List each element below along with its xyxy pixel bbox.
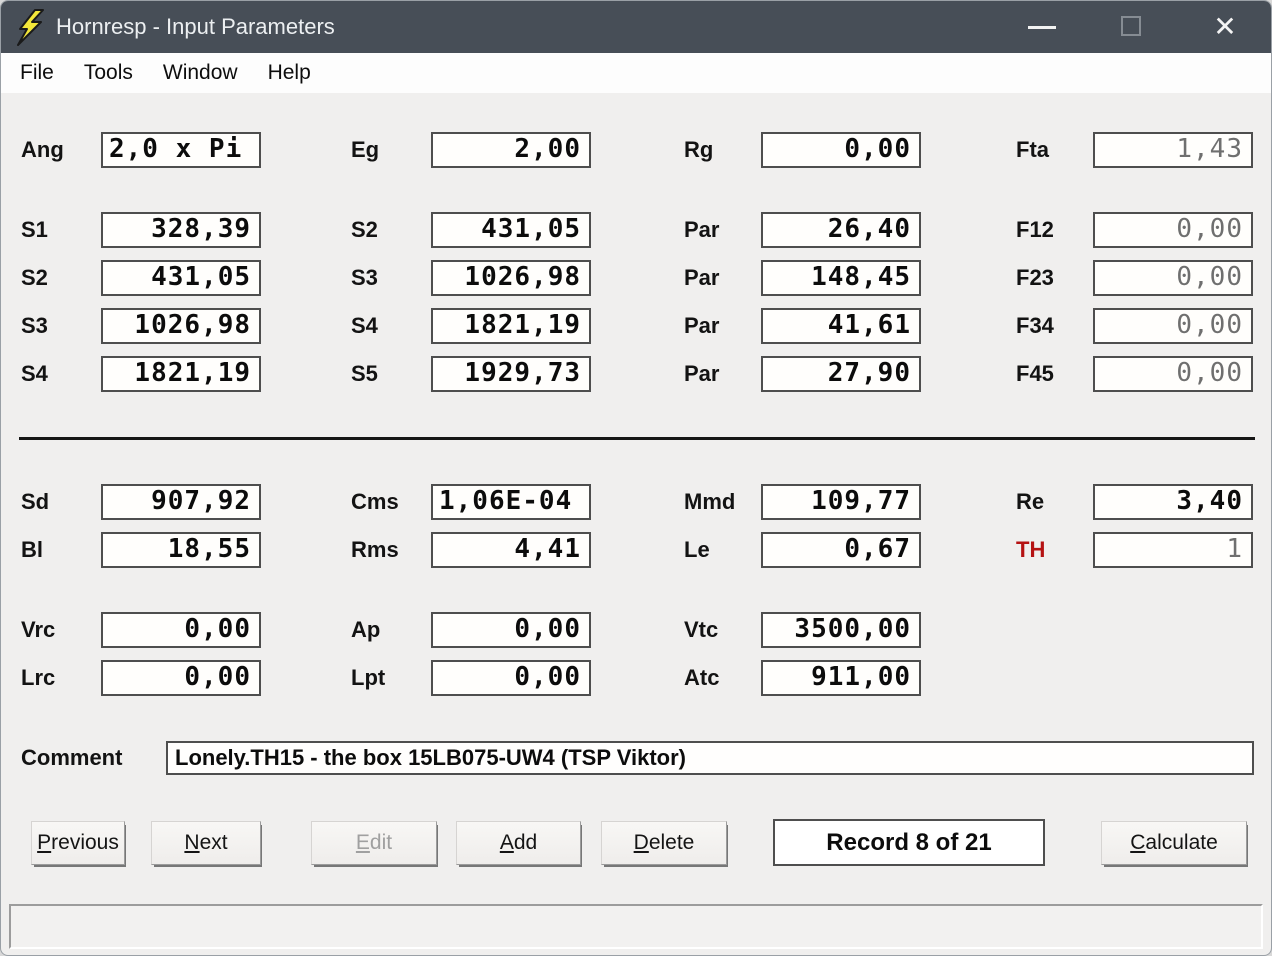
param-field-par[interactable]: 26,40	[761, 212, 921, 248]
param-field-vtc[interactable]: 3500,00	[761, 612, 921, 648]
param-field-bl[interactable]: 18,55	[101, 532, 261, 568]
param-field-lpt[interactable]: 0,00	[431, 660, 591, 696]
param-label-atc: Atc	[684, 660, 719, 696]
param-field-vrc[interactable]: 0,00	[101, 612, 261, 648]
param-field-f45: 0,00	[1093, 356, 1253, 392]
param-label-fta: Fta	[1016, 132, 1049, 168]
next-button[interactable]: Next	[151, 821, 261, 865]
param-label-re: Re	[1016, 484, 1044, 520]
param-field-mmd[interactable]: 109,77	[761, 484, 921, 520]
param-label-lpt: Lpt	[351, 660, 385, 696]
param-field-s4[interactable]: 1821,19	[431, 308, 591, 344]
add-button[interactable]: Add	[456, 821, 581, 865]
param-field-sd[interactable]: 907,92	[101, 484, 261, 520]
param-field-f23: 0,00	[1093, 260, 1253, 296]
param-label-cms: Cms	[351, 484, 399, 520]
close-button[interactable]: ✕	[1197, 1, 1253, 53]
param-field-s3[interactable]: 1026,98	[101, 308, 261, 344]
param-label-s1: S1	[21, 212, 48, 248]
param-label-s5: S5	[351, 356, 378, 392]
param-field-par[interactable]: 148,45	[761, 260, 921, 296]
param-field-lrc[interactable]: 0,00	[101, 660, 261, 696]
param-label-par: Par	[684, 356, 719, 392]
param-label-rg: Rg	[684, 132, 713, 168]
menubar: File Tools Window Help	[1, 53, 1271, 93]
previous-button[interactable]: Previous	[31, 821, 125, 865]
param-label-f23: F23	[1016, 260, 1054, 296]
maximize-button	[1105, 1, 1161, 53]
calculate-button[interactable]: Calculate	[1101, 821, 1247, 865]
param-label-ang: Ang	[21, 132, 64, 168]
menu-window[interactable]: Window	[163, 61, 238, 85]
param-field-rms[interactable]: 4,41	[431, 532, 591, 568]
hornresp-window: Hornresp - Input Parameters ✕ File Tools…	[0, 0, 1272, 956]
param-field-atc[interactable]: 911,00	[761, 660, 921, 696]
param-label-s4: S4	[21, 356, 48, 392]
param-field-s5[interactable]: 1929,73	[431, 356, 591, 392]
param-label-f34: F34	[1016, 308, 1054, 344]
param-label-s3: S3	[21, 308, 48, 344]
param-field-par[interactable]: 41,61	[761, 308, 921, 344]
edit-button: Edit	[311, 821, 437, 865]
param-field-f34: 0,00	[1093, 308, 1253, 344]
param-field-s3[interactable]: 1026,98	[431, 260, 591, 296]
titlebar: Hornresp - Input Parameters ✕	[1, 1, 1271, 53]
comment-field[interactable]: Lonely.TH15 - the box 15LB075-UW4 (TSP V…	[166, 741, 1254, 775]
menu-help[interactable]: Help	[268, 61, 311, 85]
param-field-par[interactable]: 27,90	[761, 356, 921, 392]
maximize-icon	[1121, 16, 1141, 36]
record-status: Record 8 of 21	[773, 819, 1045, 866]
minimize-icon	[1028, 26, 1056, 29]
param-field-le[interactable]: 0,67	[761, 532, 921, 568]
param-field-cms[interactable]: 1,06E-04	[431, 484, 591, 520]
param-label-s3: S3	[351, 260, 378, 296]
param-label-vtc: Vtc	[684, 612, 718, 648]
param-field-re[interactable]: 3,40	[1093, 484, 1253, 520]
param-field-s4[interactable]: 1821,19	[101, 356, 261, 392]
param-label-s4: S4	[351, 308, 378, 344]
param-label-le: Le	[684, 532, 710, 568]
param-field-fta: 1,43	[1093, 132, 1253, 168]
param-label-f12: F12	[1016, 212, 1054, 248]
param-field-s2[interactable]: 431,05	[431, 212, 591, 248]
param-field-eg[interactable]: 2,00	[431, 132, 591, 168]
param-field-s2[interactable]: 431,05	[101, 260, 261, 296]
param-field-th: 1	[1093, 532, 1253, 568]
comment-label: Comment	[21, 740, 122, 776]
param-label-eg: Eg	[351, 132, 379, 168]
status-bar	[9, 904, 1263, 949]
param-label-f45: F45	[1016, 356, 1054, 392]
param-label-sd: Sd	[21, 484, 49, 520]
param-label-th: TH	[1016, 532, 1045, 568]
param-field-ang[interactable]: 2,0 x Pi	[101, 132, 261, 168]
param-label-vrc: Vrc	[21, 612, 55, 648]
param-label-s2: S2	[21, 260, 48, 296]
menu-tools[interactable]: Tools	[84, 61, 133, 85]
window-title: Hornresp - Input Parameters	[56, 1, 335, 53]
param-field-f12: 0,00	[1093, 212, 1253, 248]
minimize-button[interactable]	[1014, 1, 1070, 53]
param-field-s1[interactable]: 328,39	[101, 212, 261, 248]
delete-button[interactable]: Delete	[601, 821, 727, 865]
param-label-ap: Ap	[351, 612, 380, 648]
param-field-ap[interactable]: 0,00	[431, 612, 591, 648]
lightning-bolt-icon	[16, 9, 44, 46]
param-label-bl: Bl	[21, 532, 43, 568]
close-icon: ✕	[1213, 11, 1236, 42]
param-label-mmd: Mmd	[684, 484, 735, 520]
param-label-lrc: Lrc	[21, 660, 55, 696]
param-label-par: Par	[684, 260, 719, 296]
section-divider	[19, 437, 1255, 440]
param-field-rg[interactable]: 0,00	[761, 132, 921, 168]
param-label-rms: Rms	[351, 532, 399, 568]
param-label-par: Par	[684, 212, 719, 248]
param-label-par: Par	[684, 308, 719, 344]
param-label-s2: S2	[351, 212, 378, 248]
menu-file[interactable]: File	[20, 61, 54, 85]
